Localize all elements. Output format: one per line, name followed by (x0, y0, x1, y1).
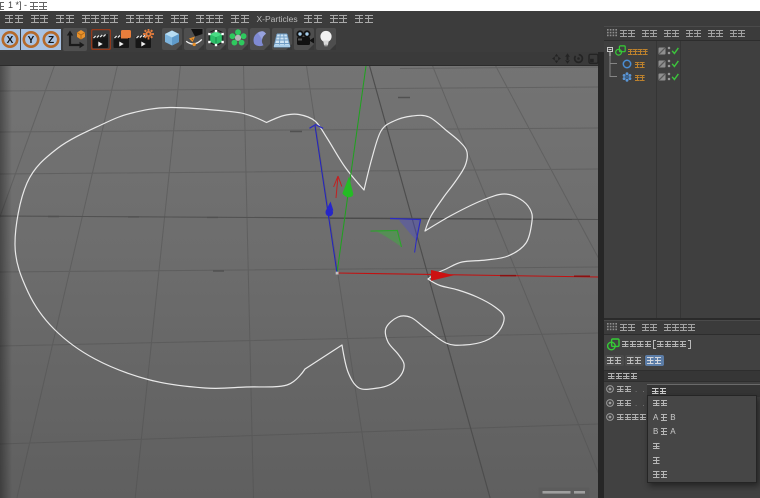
svg-text:Y: Y (27, 35, 34, 46)
svg-text:Z: Z (48, 35, 54, 46)
svg-text:X: X (7, 35, 14, 46)
